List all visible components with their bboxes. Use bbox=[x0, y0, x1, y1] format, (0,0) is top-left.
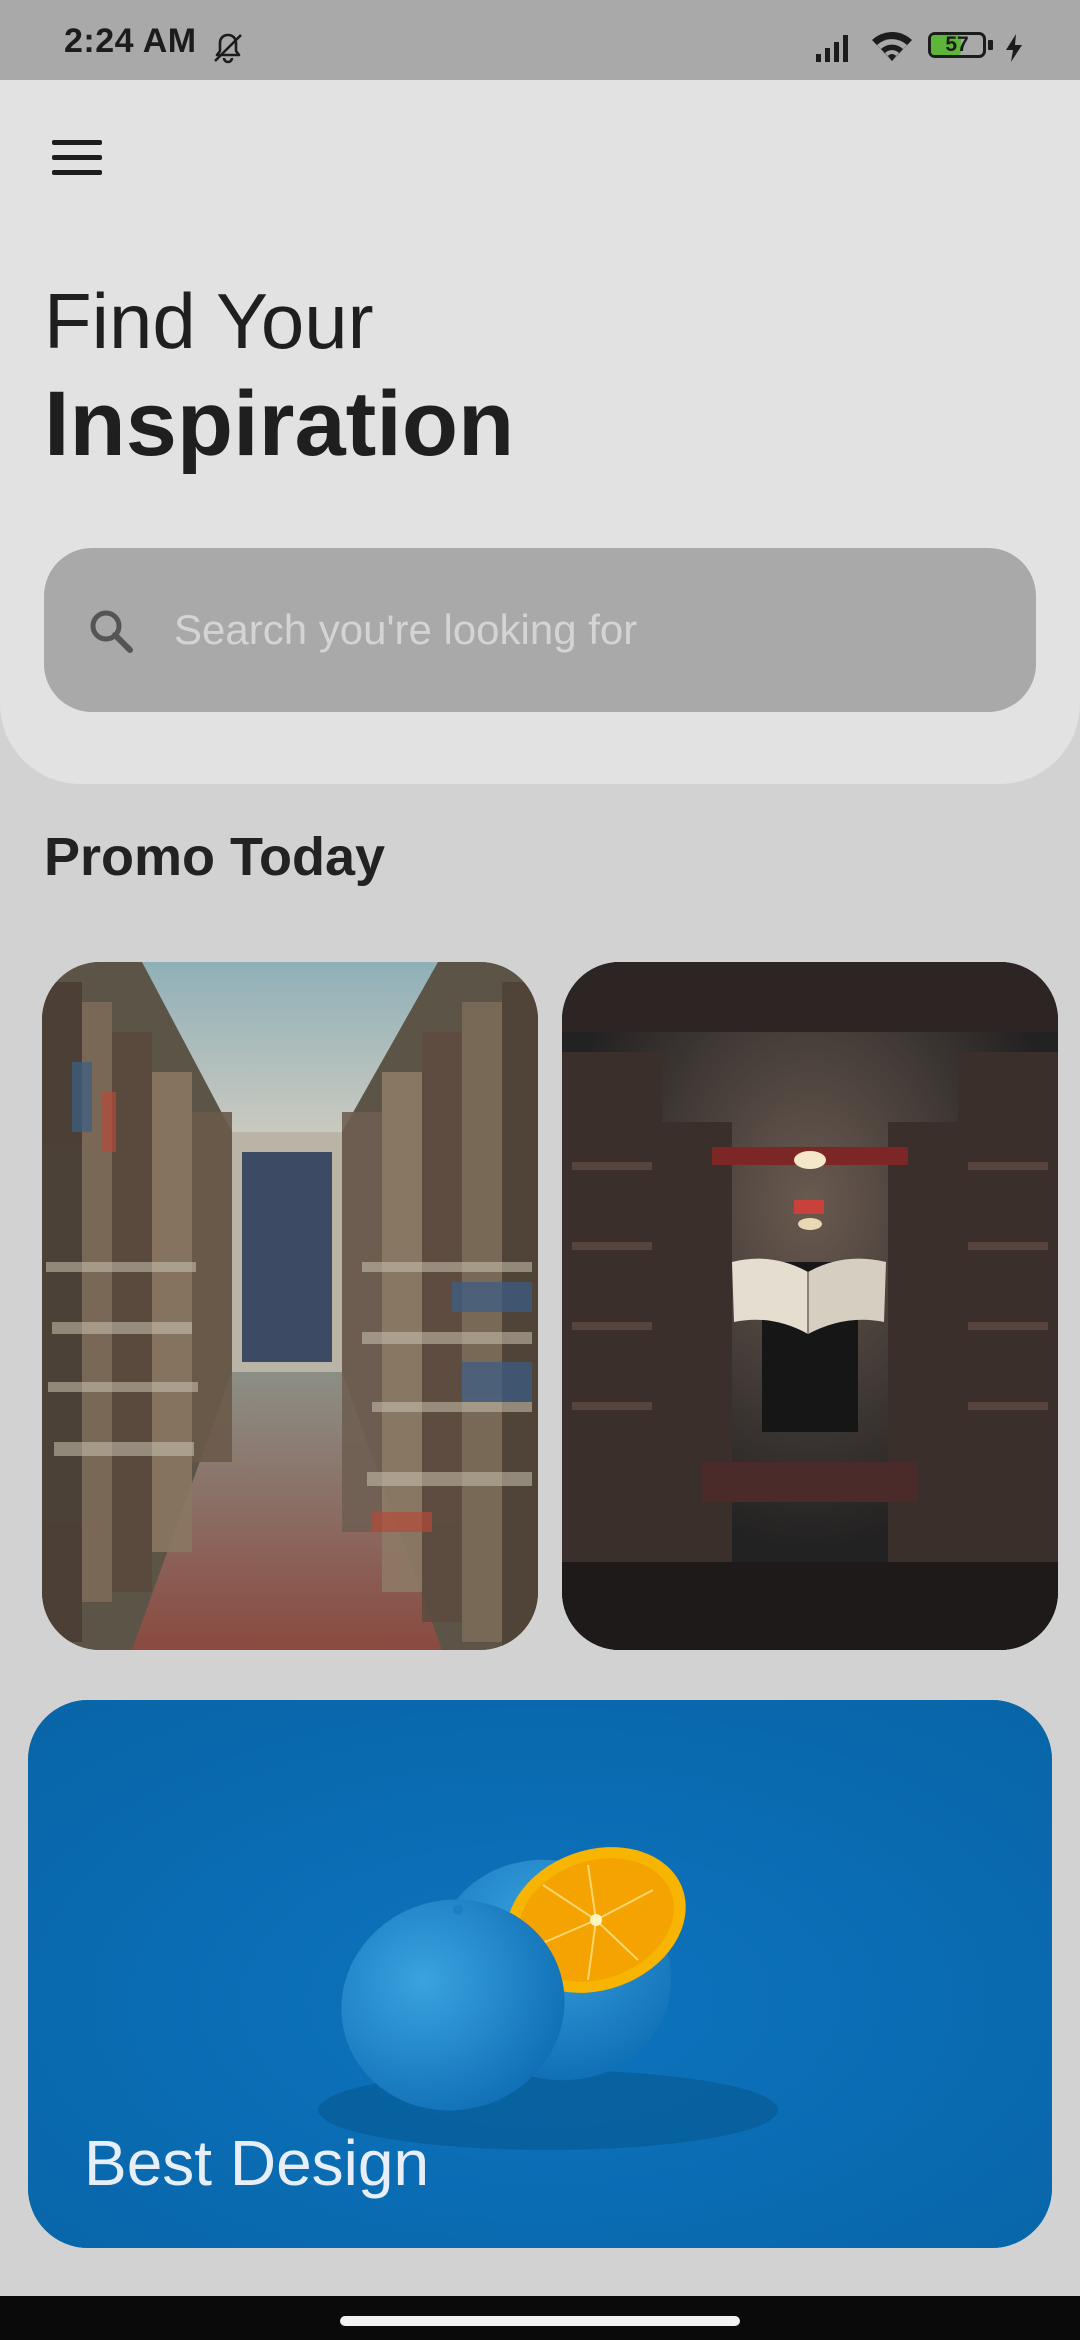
feature-label: Best Design bbox=[84, 2127, 430, 2199]
mute-icon bbox=[214, 33, 242, 64]
battery-cap bbox=[988, 40, 993, 50]
search-bar[interactable] bbox=[44, 548, 1036, 712]
section-title: Promo Today bbox=[44, 827, 386, 887]
status-bar: 2:24 AM 57 bbox=[0, 0, 1080, 80]
signal-icon bbox=[816, 35, 848, 62]
home-indicator[interactable] bbox=[340, 2316, 740, 2326]
wifi-icon bbox=[872, 32, 912, 61]
dark-library-floating-book-photo bbox=[562, 962, 1058, 1650]
charging-icon bbox=[1006, 34, 1022, 62]
page-title-line1: Find Your bbox=[44, 277, 374, 365]
feature-card-best-design[interactable]: Best Design bbox=[28, 1700, 1052, 2248]
battery-icon: 57 bbox=[928, 32, 993, 62]
hamburger-menu-icon[interactable] bbox=[44, 128, 110, 186]
library-aisle-photo bbox=[42, 962, 538, 1650]
status-time: 2:24 AM bbox=[64, 22, 197, 60]
promo-card-dark-library[interactable] bbox=[562, 962, 1058, 1650]
page-title-line2: Inspiration bbox=[44, 373, 515, 475]
battery-level: 57 bbox=[945, 33, 969, 56]
screen: 2:24 AM 57 Find Your Inspiration Search … bbox=[0, 0, 1080, 2340]
search-input[interactable] bbox=[174, 588, 994, 672]
promo-card-library-aisle[interactable] bbox=[42, 962, 538, 1650]
search-icon bbox=[90, 610, 133, 653]
